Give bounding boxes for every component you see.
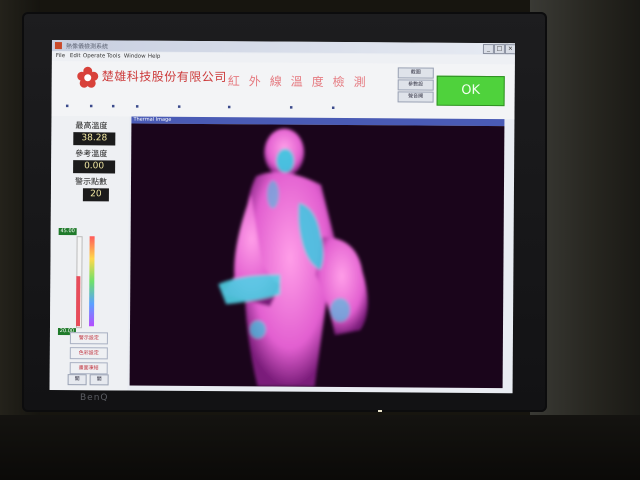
max-temp-label: 最高溫度 bbox=[75, 121, 108, 131]
color-settings-button[interactable]: 色彩設定 bbox=[69, 347, 108, 360]
gauge-fill bbox=[76, 276, 81, 327]
toolbar-icon[interactable]: ▪ bbox=[228, 104, 231, 110]
minimize-button[interactable]: _ bbox=[482, 44, 494, 55]
thermal-figure bbox=[218, 128, 368, 387]
header-panel: 楚雄科技股份有限公司 紅外線溫度檢測 截圖 參數設 聲音開 OK ▪ ▪ ▪ ▪… bbox=[51, 60, 515, 120]
menu-window[interactable]: Window bbox=[124, 54, 146, 60]
power-led bbox=[378, 410, 382, 412]
toolbar-icon[interactable]: ▪ bbox=[332, 105, 335, 111]
toolbar-icon[interactable]: ▪ bbox=[136, 104, 139, 110]
freeze-button[interactable]: 畫面凍結 bbox=[69, 362, 108, 375]
banner-title: 紅外線溫度檢測 bbox=[227, 74, 375, 90]
small-button-on[interactable]: 開 bbox=[67, 374, 87, 386]
menu-edit[interactable]: Edit bbox=[70, 53, 81, 59]
temperature-gauge: 45.00 20.00 bbox=[57, 228, 101, 340]
window-title: 熱像儀檢測系統 bbox=[65, 43, 108, 51]
alarm-count-value: 20 bbox=[82, 188, 109, 202]
ok-button[interactable]: OK bbox=[436, 75, 505, 107]
thermal-image-view bbox=[129, 123, 505, 389]
sound-button[interactable]: 聲音開 bbox=[397, 91, 434, 103]
toolbar-icon[interactable]: ▪ bbox=[178, 104, 181, 110]
offset-label: 參考溫度 bbox=[75, 149, 108, 159]
snapshot-button[interactable]: 截圖 bbox=[397, 67, 434, 79]
toolbar-icon[interactable]: ▪ bbox=[90, 103, 93, 109]
color-scale-bar bbox=[89, 236, 95, 327]
max-temp-value: 38.28 bbox=[73, 132, 116, 146]
maximize-button[interactable]: □ bbox=[493, 44, 505, 55]
menu-operate[interactable]: Operate bbox=[83, 53, 105, 59]
small-button-off[interactable]: 關 bbox=[89, 374, 109, 386]
close-button[interactable]: × bbox=[504, 44, 515, 55]
monitor-brand-logo: BenQ bbox=[80, 393, 109, 403]
company-name: 楚雄科技股份有限公司 bbox=[101, 69, 227, 85]
menu-tools[interactable]: Tools bbox=[107, 53, 121, 59]
settings-button[interactable]: 參數設 bbox=[397, 79, 434, 91]
flower-logo-icon bbox=[77, 66, 99, 88]
offset-value: 0.00 bbox=[73, 160, 116, 174]
alarm-settings-button[interactable]: 警示設定 bbox=[69, 332, 108, 345]
menu-help[interactable]: Help bbox=[148, 54, 161, 60]
desk-surface bbox=[0, 415, 640, 480]
toolbar-icon[interactable]: ▪ bbox=[66, 103, 69, 109]
menu-file[interactable]: File bbox=[56, 53, 65, 59]
toolbar-icon[interactable]: ▪ bbox=[290, 105, 293, 111]
toolbar-icon[interactable]: ▪ bbox=[112, 103, 115, 109]
readout-panel: 最高溫度 38.28 參考溫度 0.00 警示點數 20 45.00 20.00… bbox=[49, 115, 130, 391]
monitor-screen: 熱像儀檢測系統 _ □ × File Edit Operate Tools Wi… bbox=[49, 40, 515, 394]
app-icon bbox=[54, 42, 62, 50]
range-high-value[interactable]: 45.00 bbox=[58, 228, 77, 236]
alarm-count-label: 警示點數 bbox=[74, 177, 108, 187]
